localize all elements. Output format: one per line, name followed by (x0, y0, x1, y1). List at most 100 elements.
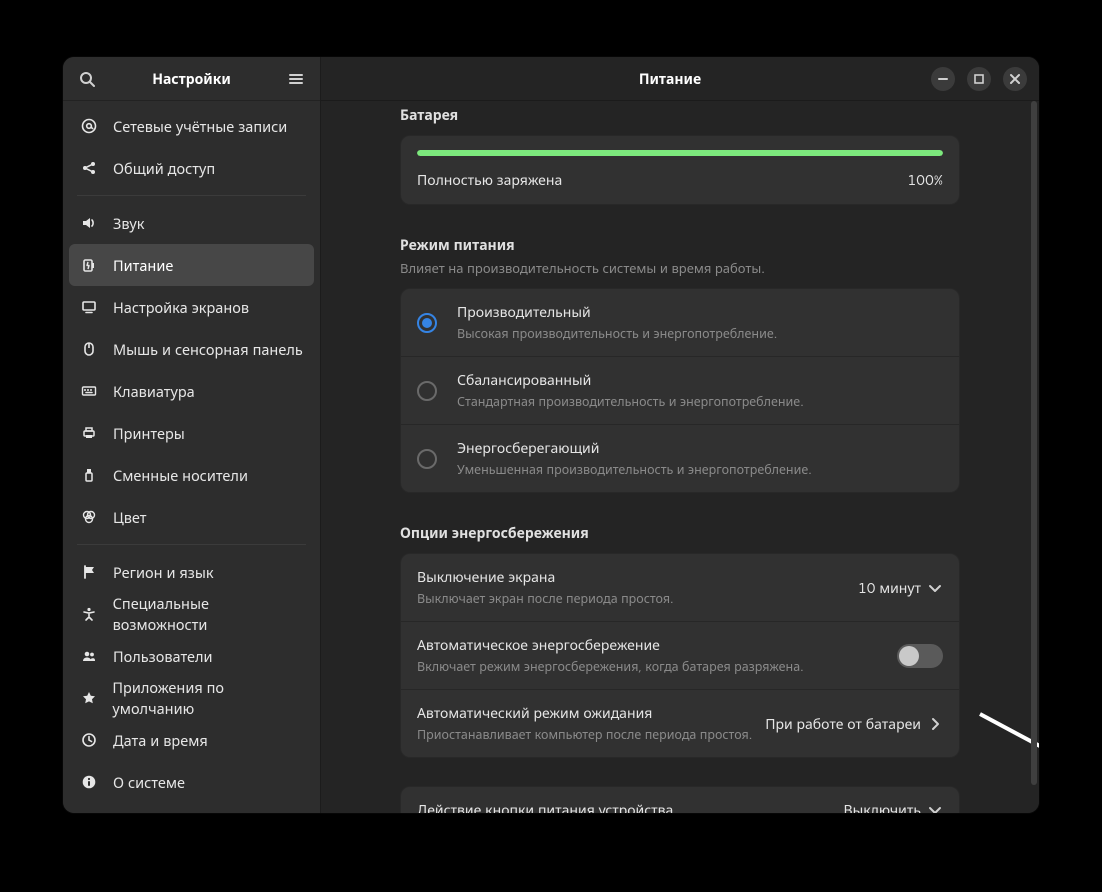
sidebar-item-star[interactable]: Приложения по умолчанию (69, 677, 314, 719)
power-mode-option-1[interactable]: Сбалансированный Стандартная производител… (401, 356, 959, 424)
power-button-action-title: Действие кнопки питания устройства (417, 800, 831, 813)
sidebar-item-usb[interactable]: Сменные носители (69, 454, 314, 496)
sidebar-item-display[interactable]: Настройка экранов (69, 286, 314, 328)
page-title: Питание (409, 69, 931, 89)
usb-icon (79, 465, 99, 485)
sidebar-item-share[interactable]: Общий доступ (69, 147, 314, 189)
sidebar-item-at[interactable]: Сетевые учётные записи (69, 105, 314, 147)
search-icon (79, 71, 95, 87)
saving-section-title: Опции энергосбережения (400, 523, 960, 543)
sidebar-item-keyboard[interactable]: Клавиатура (69, 370, 314, 412)
sidebar-item-label: О системе (113, 772, 185, 793)
sidebar-item-a11y[interactable]: Специальные возможности (69, 593, 314, 635)
sidebar-item-label: Общий доступ (113, 158, 215, 179)
annotation-arrow-icon (974, 708, 1039, 813)
sidebar-item-label: Пользователи (113, 646, 213, 667)
content-scroll[interactable]: Батарея Полностью заряжена 100% Режим пи… (321, 101, 1039, 813)
sidebar-item-label: Принтеры (113, 423, 185, 444)
sidebar-item-info[interactable]: О системе (69, 761, 314, 803)
battery-section-title: Батарея (400, 105, 960, 125)
info-icon (79, 772, 99, 792)
sidebar-item-label: Регион и язык (113, 562, 214, 583)
chevron-down-icon (927, 802, 943, 813)
scrollbar[interactable] (1031, 101, 1037, 813)
power-mode-card: Производительный Высокая производительнос… (400, 288, 960, 493)
sidebar-list[interactable]: Сетевые учётные записи Общий доступ Звук Пи… (63, 101, 320, 813)
users-icon (79, 646, 99, 666)
search-button[interactable] (71, 63, 103, 95)
sidebar-item-label: Дата и время (113, 730, 208, 751)
screen-off-desc: Выключает экран после периода простоя. (417, 590, 846, 608)
sidebar-item-label: Цвет (113, 507, 147, 528)
battery-card: Полностью заряжена 100% (400, 135, 960, 205)
screen-off-row[interactable]: Выключение экрана Выключает экран после … (401, 554, 959, 621)
auto-save-desc: Включает режим энергосбережения, когда б… (417, 658, 885, 676)
screen-off-title: Выключение экрана (417, 567, 846, 587)
auto-save-switch[interactable] (897, 644, 943, 668)
at-icon (79, 116, 99, 136)
hamburger-button[interactable] (280, 63, 312, 95)
sidebar-item-label: Сетевые учётные записи (113, 116, 287, 137)
radio-button[interactable] (417, 381, 437, 401)
scrollbar-thumb[interactable] (1031, 101, 1037, 785)
window-minimize-button[interactable] (931, 67, 955, 91)
sidebar-item-color[interactable]: Цвет (69, 496, 314, 538)
power-icon (79, 255, 99, 275)
radio-button[interactable] (417, 449, 437, 469)
sidebar-item-label: Настройка экранов (113, 297, 249, 318)
sidebar-item-label: Питание (113, 255, 173, 276)
mouse-icon (79, 339, 99, 359)
suspend-desc: Приостанавливает компьютер после периода… (417, 726, 753, 744)
chevron-down-icon (927, 580, 943, 596)
power-button-action-row[interactable]: Действие кнопки питания устройства Выклю… (401, 787, 959, 813)
battery-fill (417, 150, 943, 156)
power-mode-option-2[interactable]: ЭнергосберегающийУменьшенная производите… (401, 424, 959, 492)
power-mode-desc: Стандартная производительность и энергоп… (457, 393, 943, 411)
suspend-title: Автоматический режим ожидания (417, 703, 753, 723)
sidebar-item-mouse[interactable]: Мышь и сенсорная панель (69, 328, 314, 370)
battery-percent-text: 100% (907, 170, 943, 190)
settings-window: Настройки Сетевые учётные записи Общий до… (62, 56, 1040, 814)
power-mode-desc: Уменьшенная производительность и энергоп… (457, 461, 943, 479)
sidebar-item-users[interactable]: Пользователи (69, 635, 314, 677)
close-icon (1007, 71, 1023, 87)
sidebar: Настройки Сетевые учётные записи Общий до… (63, 57, 321, 813)
sidebar-header: Настройки (63, 57, 320, 101)
share-icon (79, 158, 99, 178)
sound-icon (79, 213, 99, 233)
sidebar-item-clock[interactable]: Дата и время (69, 719, 314, 761)
battery-status-text: Полностью заряжена (417, 170, 562, 190)
suspend-row[interactable]: Автоматический режим ожидания Приостанав… (401, 689, 959, 757)
sidebar-item-label: Мышь и сенсорная панель (113, 339, 303, 360)
sidebar-item-printer[interactable]: Принтеры (69, 412, 314, 454)
power-mode-option-0[interactable]: Производительный Высокая производительнос… (401, 289, 959, 356)
power-mode-title: Сбалансированный (457, 370, 943, 390)
battery-bar (417, 150, 943, 156)
clock-icon (79, 730, 99, 750)
color-icon (79, 507, 99, 527)
sidebar-item-power[interactable]: Питание (69, 244, 314, 286)
sidebar-item-label: Клавиатура (113, 381, 195, 402)
keyboard-icon (79, 381, 99, 401)
power-mode-desc: Высокая производительность и энергопотре… (457, 325, 943, 343)
suspend-value: При работе от батареи (765, 714, 921, 734)
auto-save-title: Автоматическое энергосбережение (417, 635, 885, 655)
power-mode-title: Производительный (457, 302, 943, 322)
power-button-action-value: Выключить (843, 800, 921, 813)
minimize-icon (935, 71, 951, 87)
sidebar-item-flag[interactable]: Регион и язык (69, 551, 314, 593)
sidebar-item-label: Специальные возможности (113, 593, 304, 635)
display-icon (79, 297, 99, 317)
printer-icon (79, 423, 99, 443)
misc-card: Действие кнопки питания устройства Выклю… (400, 786, 960, 813)
sidebar-item-label: Звук (113, 213, 144, 234)
window-close-button[interactable] (1003, 67, 1027, 91)
main-header: Питание (321, 57, 1039, 101)
window-maximize-button[interactable] (967, 67, 991, 91)
sidebar-item-sound[interactable]: Звук (69, 202, 314, 244)
radio-button[interactable] (417, 313, 437, 333)
auto-save-row: Автоматическое энергосбережение Включает… (401, 621, 959, 689)
maximize-icon (971, 71, 987, 87)
menu-icon (288, 71, 304, 87)
sidebar-title: Настройки (103, 69, 280, 89)
